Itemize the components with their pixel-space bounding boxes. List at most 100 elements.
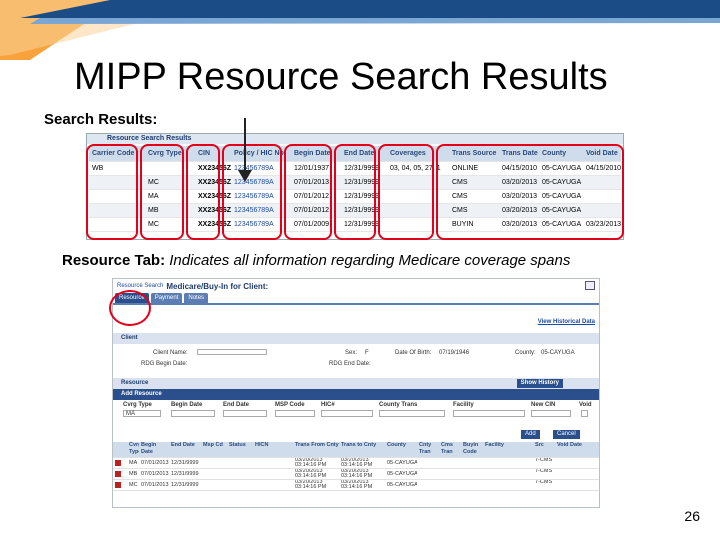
edit-row-cell — [113, 458, 127, 468]
begin-date-input[interactable] — [171, 410, 215, 417]
county-trans-select[interactable] — [379, 410, 445, 417]
table-cell: 03/20/2013 03:14:16 PM — [295, 458, 327, 468]
arrow-line — [244, 118, 246, 172]
search-results-heading: Search Results: — [44, 111, 158, 128]
table-cell — [201, 480, 227, 490]
resource-section-bar: Resource Show History — [113, 378, 599, 389]
slide-title: MIPP Resource Search Results — [74, 56, 608, 98]
add-button[interactable]: Add — [521, 430, 540, 439]
col-header[interactable]: HICN — [253, 442, 293, 457]
col-header[interactable]: Buyin Code — [461, 442, 483, 457]
arrow-down-icon — [238, 170, 252, 182]
table-cell — [253, 480, 293, 490]
highlight-cvrg-type — [140, 144, 184, 240]
col-header[interactable]: Msp Cd — [201, 442, 227, 457]
table-cell — [201, 458, 227, 468]
table-cell — [461, 458, 483, 468]
edit-row-cell — [113, 469, 127, 479]
col-header[interactable]: Status — [227, 442, 253, 457]
table-cell: 03/20/2013 03:14:16 PM — [341, 469, 373, 479]
table-cell: MA — [129, 460, 138, 466]
highlight-trans-info — [436, 144, 624, 240]
end-date-input[interactable] — [223, 410, 267, 417]
edit-icon[interactable] — [115, 460, 121, 466]
tab-payment[interactable]: Payment — [150, 293, 183, 303]
new-cin-input[interactable] — [531, 410, 571, 417]
slide-decoration — [0, 0, 720, 60]
table-cell: 07/01/2013 — [141, 471, 169, 477]
highlight-end-date — [334, 144, 376, 240]
table-cell — [227, 458, 253, 468]
cvrg-type-select[interactable]: MA — [123, 410, 161, 417]
table-cell: 03/20/2013 03:14:16 PM — [295, 480, 327, 490]
table-cell — [439, 458, 461, 468]
edit-row-cell — [113, 480, 127, 490]
buyin-page-title: Medicare/Buy-In for Client: — [166, 281, 269, 291]
table-cell — [555, 469, 585, 479]
select-column — [113, 442, 127, 457]
table-cell: 07/01/2013 — [141, 482, 169, 488]
resource-tab-description: Resource Tab: Indicates all information … — [62, 252, 570, 269]
rdg-begin-label: RDG Begin Date: — [141, 361, 188, 367]
table-cell: 05-CAYUGA — [387, 482, 417, 488]
col-header[interactable]: Cvrg Type — [127, 442, 139, 457]
edit-icon[interactable] — [115, 482, 121, 488]
table-cell: 03/20/2013 03:14:16 PM — [341, 458, 373, 468]
view-historical-data-link[interactable]: View Historical Data — [113, 305, 599, 333]
table-cell: 7-CMS — [535, 480, 553, 485]
table-cell — [483, 469, 533, 479]
col-header[interactable]: Facility — [483, 442, 533, 457]
desc-text: Indicates all information regarding Medi… — [169, 252, 571, 269]
table-cell — [201, 469, 227, 479]
add-label: Facility — [453, 402, 474, 408]
table-cell — [461, 480, 483, 490]
hic-input[interactable] — [321, 410, 373, 417]
table-row[interactable]: MB 07/01/2013 12/31/9999 03/20/2013 03:14:1… — [113, 469, 599, 480]
edit-icon[interactable] — [115, 471, 121, 477]
table-cell: 05-CAYUGA — [387, 460, 417, 466]
dob-label: Date Of Birth: — [395, 350, 432, 356]
table-cell — [417, 469, 439, 479]
table-cell — [555, 458, 585, 468]
facility-select[interactable] — [453, 410, 525, 417]
breadcrumb-resource-search[interactable]: Resource Search — [117, 283, 163, 289]
void-checkbox[interactable] — [581, 410, 588, 417]
table-cell — [555, 480, 585, 490]
table-cell — [253, 458, 293, 468]
table-cell: 12/31/9999 — [171, 460, 199, 466]
col-header[interactable]: Cms Tran — [439, 442, 461, 457]
buyin-grid-header: Cvrg TypeBegin DateEnd DateMsp CdStatusH… — [113, 442, 599, 458]
col-header[interactable]: Begin Date — [139, 442, 169, 457]
county-label: County: — [515, 350, 536, 356]
table-row[interactable]: MA 07/01/2013 12/31/9999 03/20/2013 03:14:1… — [113, 458, 599, 469]
add-label: MSP Code — [275, 402, 305, 408]
add-label: HIC# — [321, 402, 335, 408]
col-header[interactable]: Trans to Cnty — [339, 442, 385, 457]
client-name-field — [197, 349, 267, 356]
col-header[interactable]: Src — [533, 442, 555, 457]
msp-code-input[interactable] — [275, 410, 315, 417]
table-cell: 05-CAYUGA — [387, 471, 417, 477]
table-cell — [417, 480, 439, 490]
table-cell — [483, 458, 533, 468]
highlight-coverages — [378, 144, 434, 240]
cancel-button[interactable]: Cancel — [553, 430, 580, 439]
table-cell — [439, 480, 461, 490]
add-resource-bar: Add Resource — [113, 389, 599, 400]
buyin-tabs: Resource Payment Notes — [113, 293, 599, 305]
table-cell — [417, 458, 439, 468]
tab-notes[interactable]: Notes — [184, 293, 209, 303]
add-label: Void — [579, 402, 592, 408]
col-header[interactable]: County — [385, 442, 417, 457]
col-header[interactable]: End Date — [169, 442, 201, 457]
add-resource-fields: Cvrg Type Begin Date End Date MSP Code H… — [113, 400, 599, 428]
print-icon[interactable] — [585, 281, 595, 290]
show-history-button[interactable]: Show History — [516, 379, 563, 388]
client-section-bar: Client — [113, 333, 599, 344]
col-header[interactable]: Trans From Cnty — [293, 442, 339, 457]
table-cell: 03/20/2013 03:14:16 PM — [295, 469, 327, 479]
table-row[interactable]: MC 07/01/2013 12/31/9999 03/20/2013 03:14:1… — [113, 480, 599, 491]
col-header[interactable]: Void Date — [555, 442, 585, 457]
col-header[interactable]: Cnty Tran — [417, 442, 439, 457]
client-section: Client Name: Sex: F Date Of Birth: 07/19… — [113, 344, 599, 378]
